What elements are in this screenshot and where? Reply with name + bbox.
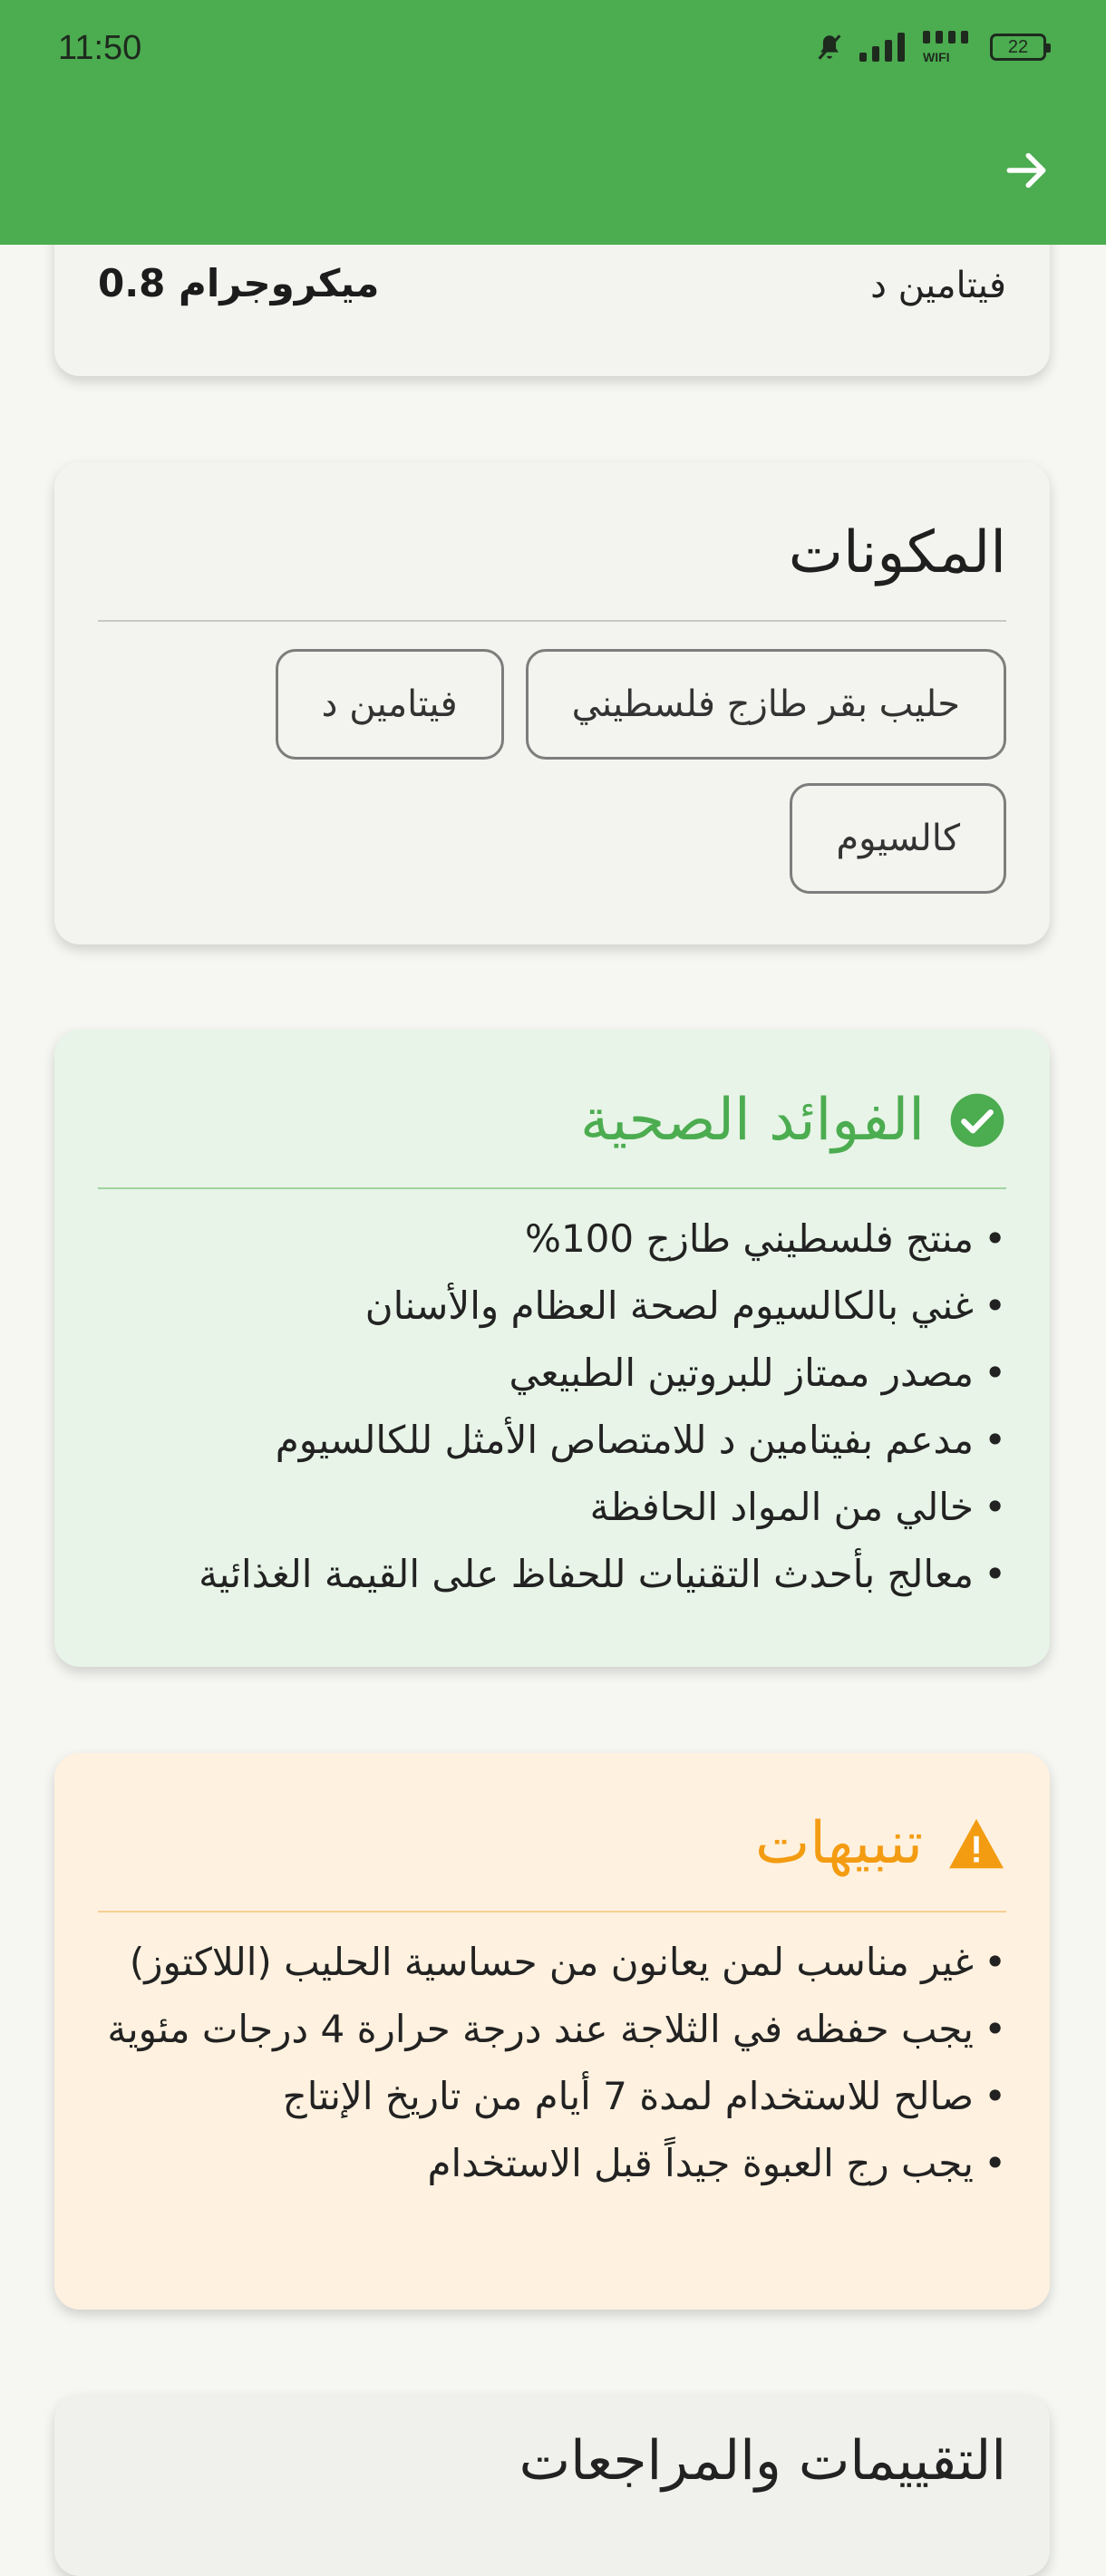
ingredients-card: المكونات حليب بقر طازج فلسطيني فيتامين د…: [54, 462, 1050, 944]
benefits-card: الفوائد الصحية منتج فلسطيني طازج 100% غن…: [54, 1030, 1050, 1667]
list-item: مصدر ممتاز للبروتين الطبيعي: [98, 1340, 1006, 1407]
list-item: غير مناسب لمن يعانون من حساسية الحليب (ا…: [98, 1929, 1006, 1996]
wifi-label: WIFI: [923, 50, 950, 64]
battery-level: 22: [1007, 36, 1029, 57]
warnings-list: غير مناسب لمن يعانون من حساسية الحليب (ا…: [54, 1913, 1050, 2197]
list-item: يجب حفظه في الثلاجة عند درجة حرارة 4 درج…: [98, 1996, 1006, 2063]
status-icons: WIFI 22: [814, 29, 1051, 65]
warnings-card: تنبيهات غير مناسب لمن يعانون من حساسية ا…: [54, 1753, 1050, 2310]
nutrient-value: 0.8 ميكروجرام: [98, 261, 380, 305]
ingredient-chips: حليب بقر طازج فلسطيني فيتامين د كالسيوم: [54, 622, 1050, 894]
list-item: يجب رج العبوة جيداً قبل الاستخدام: [98, 2130, 1006, 2197]
mute-icon: [818, 34, 841, 60]
ingredient-chip[interactable]: كالسيوم: [790, 783, 1006, 894]
reviews-card: التقييمات والمراجعات: [54, 2395, 1050, 2576]
benefits-title-text: الفوائد الصحية: [580, 1087, 925, 1154]
warnings-title: تنبيهات: [54, 1753, 1050, 1889]
nutrient-label: فيتامين د: [870, 265, 1006, 306]
check-circle-icon: [950, 1093, 1004, 1148]
ingredient-chip[interactable]: حليب بقر طازج فلسطيني: [525, 649, 1006, 760]
list-item: غني بالكالسيوم لصحة العظام والأسنان: [98, 1273, 1006, 1340]
warnings-title-text: تنبيهات: [755, 1810, 923, 1877]
list-item: معالج بأحدث التقنيات للحفاظ على القيمة ا…: [98, 1541, 1006, 1608]
warning-icon: [949, 1818, 1004, 1869]
status-time: 11:50: [58, 29, 142, 67]
battery-icon: 22: [990, 34, 1051, 61]
arrow-right-icon: [1006, 152, 1046, 189]
list-item: منتج فلسطيني طازج 100%: [98, 1206, 1006, 1273]
app-bar: 11:50 WIFI 22: [0, 0, 1106, 245]
reviews-title: التقييمات والمراجعات: [519, 2429, 1006, 2493]
ingredients-title-text: المكونات: [788, 519, 1006, 586]
ingredient-chip[interactable]: فيتامين د: [275, 649, 504, 760]
ingredients-title: المكونات: [54, 462, 1050, 598]
benefits-list: منتج فلسطيني طازج 100% غني بالكالسيوم لص…: [54, 1189, 1050, 1608]
signal-icon: [859, 33, 905, 62]
list-item: خالي من المواد الحافظة: [98, 1474, 1006, 1541]
list-item: مدعم بفيتامين د للامتصاص الأمثل للكالسيو…: [98, 1407, 1006, 1474]
list-item: صالح للاستخدام لمدة 7 أيام من تاريخ الإن…: [98, 2063, 1006, 2130]
back-button[interactable]: [992, 136, 1061, 205]
benefits-title: الفوائد الصحية: [54, 1030, 1050, 1166]
wifi-icon: WIFI: [923, 31, 968, 64]
